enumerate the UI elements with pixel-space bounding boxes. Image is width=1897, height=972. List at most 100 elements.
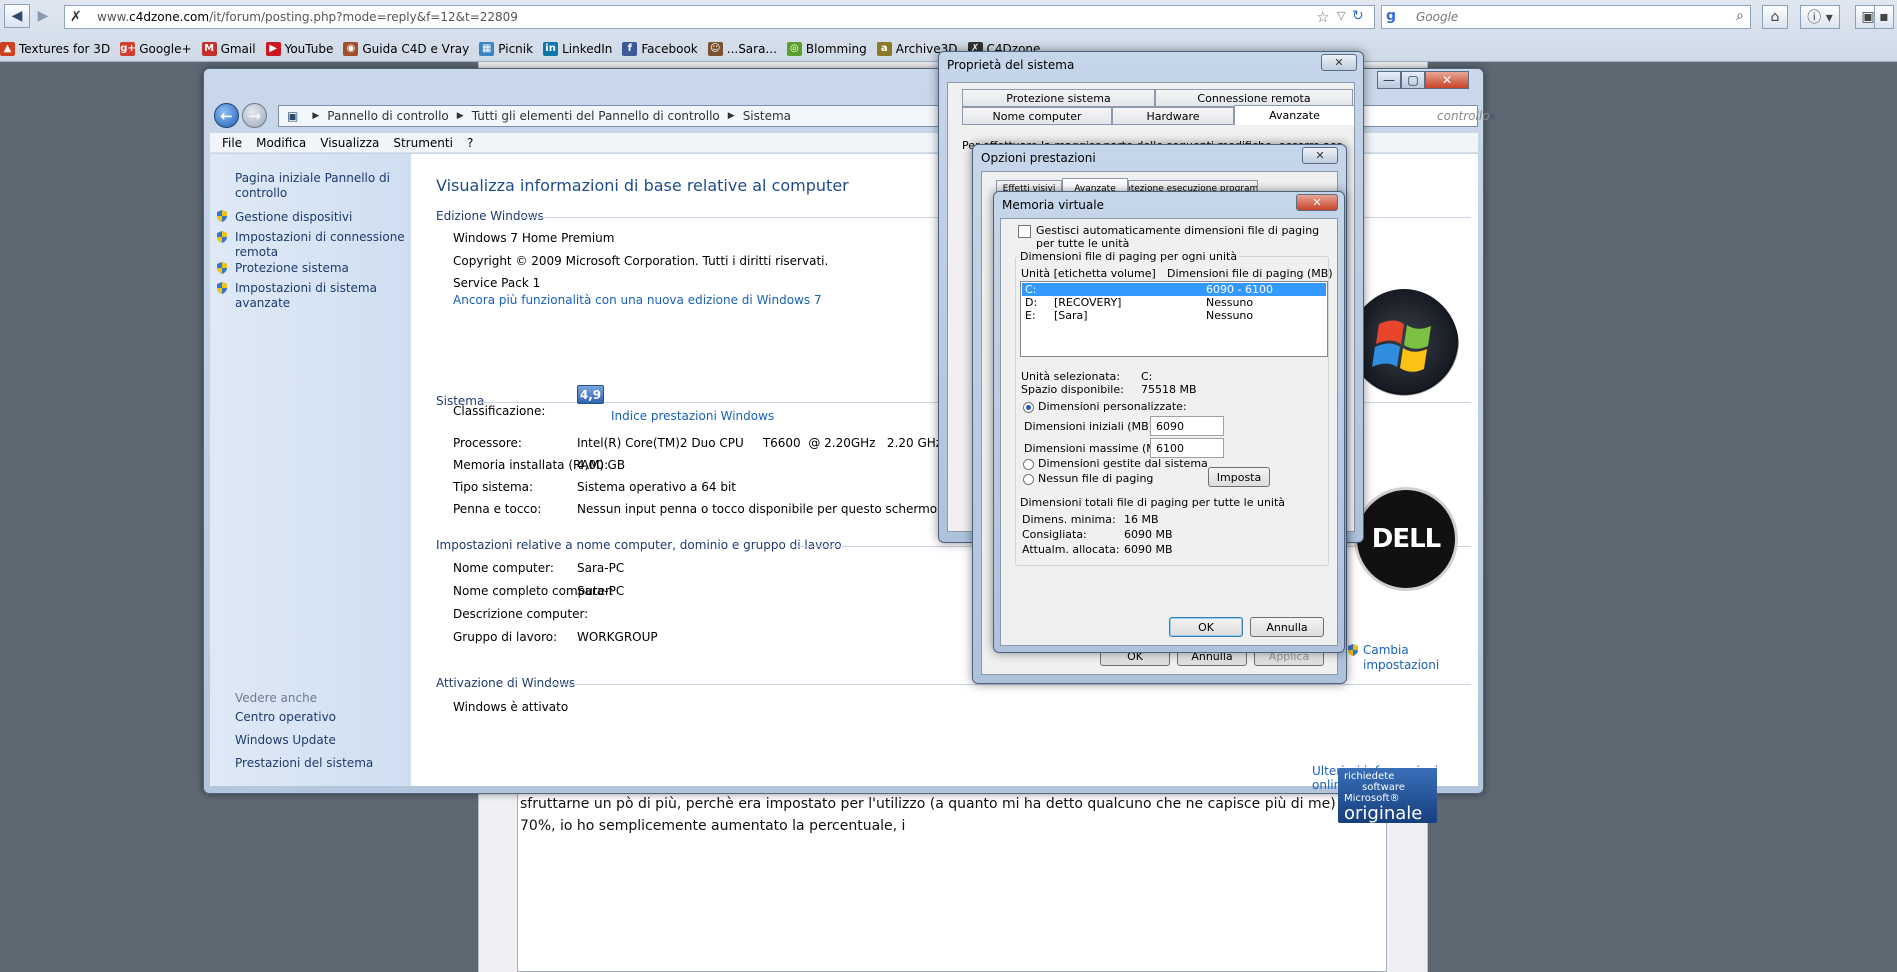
close-button[interactable]: ✕: [1296, 194, 1338, 211]
breadcrumb-item[interactable]: Pannello di controllo: [327, 109, 449, 123]
system-managed-radio[interactable]: [1023, 459, 1034, 470]
bookmark-item[interactable]: g+ Google+: [120, 42, 192, 56]
menu-edit[interactable]: Modifica: [256, 136, 306, 150]
close-button[interactable]: ✕: [1302, 147, 1338, 164]
drive-letter: E:: [1025, 309, 1036, 322]
min-size-value: 16 MB: [1124, 513, 1159, 526]
close-button[interactable]: ✕: [1321, 54, 1357, 71]
divider: [546, 684, 1471, 685]
change-settings-link[interactable]: Cambia impostazioni: [1363, 643, 1443, 673]
bookmark-item[interactable]: in LinkedIn: [543, 42, 612, 56]
initial-size-input[interactable]: 6090: [1150, 416, 1224, 436]
lock-icon: ▣: [1861, 9, 1875, 25]
drive-row[interactable]: E: [Sara] Nessuno: [1022, 309, 1326, 322]
sidebar-home-link[interactable]: Pagina iniziale Pannello di controllo: [235, 171, 405, 201]
tab-hardware[interactable]: Hardware: [1112, 107, 1234, 125]
explorer-back-button[interactable]: ←: [214, 103, 239, 128]
bookmark-label: LinkedIn: [562, 42, 613, 56]
breadcrumb-item[interactable]: Tutti gli elementi del Pannello di contr…: [472, 109, 720, 123]
search-engine-icon[interactable]: g: [1386, 8, 1404, 24]
edition-copyright: Copyright © 2009 Microsoft Corporation. …: [453, 254, 829, 268]
performance-index-badge[interactable]: 4,9: [577, 385, 604, 404]
search-icon[interactable]: ⌕: [1736, 8, 1744, 24]
edition-upgrade-link[interactable]: Ancora più funzionalità con una nuova ed…: [453, 293, 822, 307]
tab-advanced[interactable]: Avanzate: [1234, 105, 1355, 125]
browser-forward-button[interactable]: ▶: [30, 4, 56, 28]
addon-button[interactable]: ⓘ ▾: [1800, 5, 1840, 29]
bookmark-item[interactable]: ▶ YouTube: [265, 42, 333, 56]
bookmark-item[interactable]: ◎ Blomming: [786, 42, 867, 56]
computer-name-header: Impostazioni relative a nome computer, d…: [436, 538, 842, 552]
rating-label: Classificazione:: [453, 404, 546, 418]
cancel-button[interactable]: Annulla: [1250, 617, 1324, 637]
ram-value: 4,00 GB: [577, 458, 626, 472]
sidebar-item-device-manager[interactable]: Gestione dispositivi: [235, 210, 405, 225]
see-also-windows-update[interactable]: Windows Update: [235, 733, 405, 748]
site-favicon-icon: ✗: [70, 9, 82, 25]
bookmark-label: Picnik: [498, 42, 534, 56]
system-type-value: Sistema operativo a 64 bit: [577, 480, 736, 494]
genuine-microsoft-badge[interactable]: richiedete software Microsoft® originale: [1338, 768, 1437, 823]
menu-tools[interactable]: Strumenti: [393, 136, 453, 150]
bookmark-item[interactable]: ▲ Textures for 3D: [0, 42, 110, 56]
url-history-dropdown-icon[interactable]: ▽: [1337, 9, 1345, 22]
see-also-action-center[interactable]: Centro operativo: [235, 710, 405, 725]
bookmark-item[interactable]: f Facebook: [622, 42, 698, 56]
bookmark-item[interactable]: ▦ Picnik: [479, 42, 533, 56]
max-size-input[interactable]: 6100: [1150, 438, 1224, 458]
maximize-button[interactable]: ▢: [1401, 71, 1425, 89]
edition-service-pack: Service Pack 1: [453, 276, 541, 290]
addon-extra-button[interactable]: ▪: [1874, 5, 1894, 29]
column-size: Dimensioni file di paging (MB): [1167, 267, 1333, 280]
dialog-title: Proprietà del sistema: [947, 58, 1075, 72]
see-also-performance[interactable]: Prestazioni del sistema: [235, 756, 405, 771]
genuine-line1: richiedete: [1344, 771, 1395, 782]
sidebar-item-system-protection[interactable]: Protezione sistema: [235, 261, 405, 276]
url-prefix: www.: [97, 10, 130, 24]
bookmark-item[interactable]: M Gmail: [201, 42, 256, 56]
bookmark-item[interactable]: ☺ ...Sara...: [707, 42, 777, 56]
menu-view[interactable]: Visualizza: [320, 136, 379, 150]
ok-button[interactable]: OK: [1169, 617, 1243, 637]
url-bar[interactable]: www. c4dzone.com/it/forum/posting.php?mod…: [64, 5, 1375, 29]
sidebar-item-advanced-settings[interactable]: Impostazioni di sistema avanzate: [235, 281, 405, 311]
dell-logo: DELL: [1354, 487, 1458, 591]
close-button[interactable]: ✕: [1425, 71, 1469, 89]
shield-icon: [217, 231, 227, 243]
breadcrumb-item[interactable]: Sistema: [743, 109, 791, 123]
recommended-label: Consigliata:: [1022, 528, 1087, 541]
url-domain: c4dzone.com: [129, 10, 210, 24]
browser-search-input[interactable]: Google: [1381, 5, 1751, 29]
drive-size: 6090 - 6100: [1206, 283, 1273, 296]
forum-reply-textarea[interactable]: sfruttarne un pò di più, perchè era impo…: [517, 788, 1387, 972]
allocated-label: Attualm. allocata:: [1022, 543, 1120, 556]
no-paging-radio[interactable]: [1023, 474, 1034, 485]
menu-file[interactable]: File: [222, 136, 242, 150]
drive-size: Nessuno: [1206, 309, 1254, 322]
performance-index-link[interactable]: Indice prestazioni Windows: [611, 409, 774, 423]
home-button[interactable]: ⌂: [1762, 5, 1788, 29]
reload-icon[interactable]: ↻: [1352, 8, 1364, 24]
tab-computer-name[interactable]: Nome computer: [962, 107, 1112, 125]
auto-manage-checkbox[interactable]: [1018, 225, 1031, 238]
bookmark-favicon-icon: ▶: [265, 42, 281, 56]
tab-system-protection[interactable]: Protezione sistema: [962, 89, 1155, 107]
bookmark-star-icon[interactable]: ☆: [1316, 8, 1329, 26]
sidebar-item-remote-settings[interactable]: Impostazioni di connessione remota: [235, 230, 405, 260]
breadcrumb-chevron-icon: ▶: [456, 111, 464, 121]
control-panel-icon: ▣: [287, 109, 299, 123]
custom-size-radio[interactable]: [1023, 402, 1034, 413]
genuine-line2: software: [1362, 782, 1405, 793]
drive-row-selected[interactable]: C: 6090 - 6100: [1022, 283, 1326, 296]
drive-row[interactable]: D: [RECOVERY] Nessuno: [1022, 296, 1326, 309]
minimize-button[interactable]: —: [1377, 71, 1401, 89]
menu-help[interactable]: ?: [467, 136, 473, 150]
drive-label: [Sara]: [1054, 309, 1088, 322]
bookmark-label: Gmail: [220, 42, 256, 56]
explorer-forward-button[interactable]: →: [242, 103, 267, 128]
browser-back-button[interactable]: ◀: [4, 4, 30, 28]
drive-label: [RECOVERY]: [1054, 296, 1122, 309]
sidebar: Pagina iniziale Pannello di controllo Ge…: [210, 154, 411, 786]
set-button[interactable]: Imposta: [1208, 467, 1270, 487]
bookmark-item[interactable]: ◉ Guida C4D e Vray: [343, 42, 469, 56]
